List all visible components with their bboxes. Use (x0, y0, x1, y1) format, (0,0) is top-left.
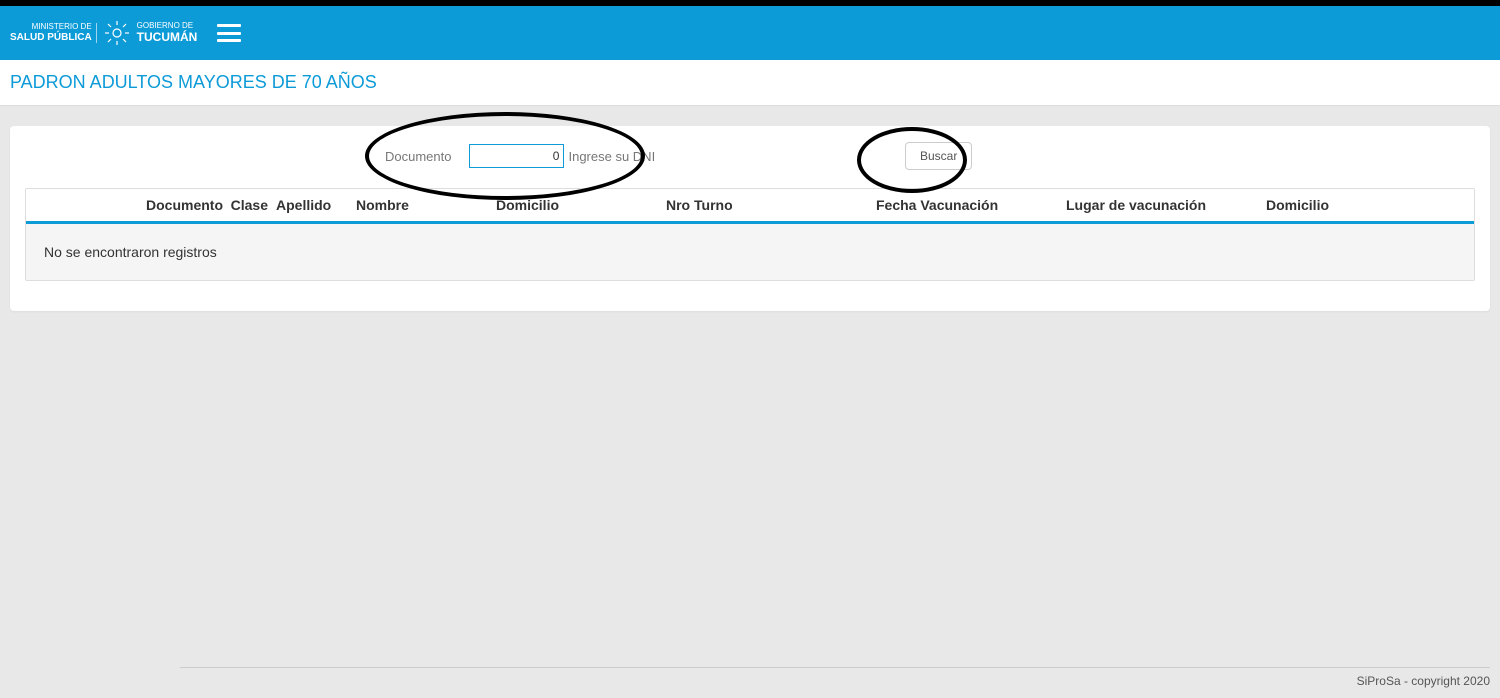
col-header-apellido: Apellido (276, 197, 356, 213)
logo-block: MINISTERIO DE SALUD PÚBLICA GOBIERNO (10, 19, 197, 47)
sun-icon (103, 19, 131, 47)
col-header-nombre: Nombre (356, 197, 496, 213)
page-title-bar: PADRON ADULTOS MAYORES DE 70 AÑOS (0, 60, 1500, 106)
results-table: Documento Clase Apellido Nombre Domicili… (25, 188, 1475, 281)
app-header: MINISTERIO DE SALUD PÚBLICA GOBIERNO (0, 6, 1500, 60)
ministry-logo-text: MINISTERIO DE SALUD PÚBLICA (10, 23, 97, 43)
buscar-button[interactable]: Buscar (905, 142, 972, 170)
documento-label: Documento (385, 149, 451, 164)
col-header-nro-turno: Nro Turno (666, 197, 876, 213)
no-records-message: No se encontraron registros (26, 224, 1474, 280)
gov-line2: TUCUMÁN (137, 31, 198, 44)
footer-copyright: SiProSa - copyright 2020 (180, 667, 1490, 688)
col-header-domicilio2: Domicilio (1266, 197, 1416, 213)
search-card: Documento Ingrese su DNI Buscar Document… (10, 126, 1490, 311)
gov-logo-text: GOBIERNO DE TUCUMÁN (137, 22, 198, 44)
documento-hint: Ingrese su DNI (568, 149, 655, 164)
content-area: Documento Ingrese su DNI Buscar Document… (0, 106, 1500, 321)
table-header-row: Documento Clase Apellido Nombre Domicili… (26, 189, 1474, 224)
page-title: PADRON ADULTOS MAYORES DE 70 AÑOS (10, 72, 1490, 93)
col-header-domicilio: Domicilio (496, 197, 666, 213)
search-row: Documento Ingrese su DNI Buscar (25, 144, 1475, 168)
col-header-lugar-vacunacion: Lugar de vacunación (1066, 197, 1266, 213)
documento-input[interactable] (469, 144, 564, 168)
ministry-line2: SALUD PÚBLICA (10, 32, 92, 43)
col-header-fecha-vacunacion: Fecha Vacunación (876, 197, 1066, 213)
col-header-clase: Clase (176, 197, 276, 213)
col-header-documento: Documento (26, 197, 176, 213)
menu-icon[interactable] (217, 24, 241, 42)
ministry-line1: MINISTERIO DE (10, 23, 92, 32)
